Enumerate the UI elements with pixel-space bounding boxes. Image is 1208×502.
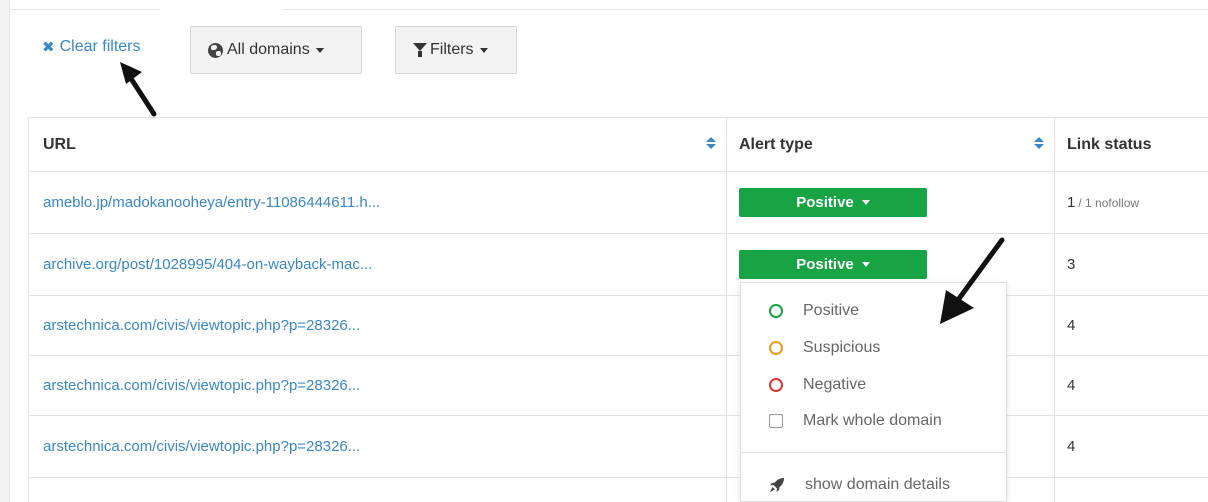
times-icon: ✖ xyxy=(42,39,55,56)
link-status: 4 xyxy=(1067,438,1076,455)
link-status: 1/ 1 nofollow xyxy=(1067,194,1140,211)
all-domains-button[interactable]: All domains xyxy=(190,26,362,74)
column-header-link-status[interactable]: Link status xyxy=(1055,118,1208,171)
url-link[interactable]: ameblo.jp/madokanooheya/entry-1108644461… xyxy=(43,194,380,211)
sort-icon[interactable] xyxy=(706,137,716,149)
caret-down-icon xyxy=(861,200,870,205)
caret-down-icon xyxy=(861,262,870,267)
menu-item-suspicious[interactable]: Suspicious xyxy=(741,330,1006,366)
table-header-row: URL Alert type Link status xyxy=(29,118,1208,172)
alert-type-dropdown[interactable]: Positive xyxy=(739,250,927,279)
page-left-border xyxy=(0,0,10,502)
url-link[interactable]: arstechnica.com/civis/viewtopic.php?p=28… xyxy=(43,377,360,394)
url-link[interactable]: archive.org/post/1028995/404-on-wayback-… xyxy=(43,256,372,273)
table-row: ameblo.jp/madokanooheya/entry-1108644461… xyxy=(29,172,1208,234)
suspicious-circle-icon xyxy=(769,341,783,355)
link-status: 3 xyxy=(1067,256,1076,273)
arrow-annotation-icon xyxy=(940,237,1005,324)
column-header-url[interactable]: URL xyxy=(29,118,727,171)
page-top-border xyxy=(10,0,1208,10)
url-link[interactable]: arstechnica.com/civis/viewtopic.php?p=28… xyxy=(43,317,360,334)
caret-down-icon xyxy=(315,47,324,53)
clear-filters-link[interactable]: ✖ Clear filters xyxy=(42,38,140,56)
negative-circle-icon xyxy=(769,378,783,392)
caret-down-icon xyxy=(479,47,488,53)
rocket-icon xyxy=(770,478,784,492)
mark-whole-domain-checkbox[interactable]: Mark whole domain xyxy=(741,403,1006,439)
table-row: archive.org/post/1028995/404-on-wayback-… xyxy=(29,234,1208,296)
sort-icon[interactable] xyxy=(1034,137,1044,149)
arrow-annotation-icon xyxy=(120,62,157,117)
link-status: 4 xyxy=(1067,377,1076,394)
clear-filters-label: Clear filters xyxy=(59,38,141,55)
menu-item-negative[interactable]: Negative xyxy=(741,367,1006,403)
all-domains-label: All domains xyxy=(227,41,310,58)
checkbox-icon[interactable] xyxy=(769,414,783,428)
filters-button[interactable]: Filters xyxy=(395,26,517,74)
table-row: arstechnica.com/civis/viewtopic.php?p=28… xyxy=(29,296,1208,356)
positive-circle-icon xyxy=(769,304,783,318)
table-row: arstechnica.com/civis/viewtopic.php?p=28… xyxy=(29,416,1208,478)
backlinks-table: URL Alert type Link status ameblo.jp/mad… xyxy=(28,117,1208,502)
alert-type-dropdown[interactable]: Positive xyxy=(739,188,927,217)
filters-label: Filters xyxy=(430,41,474,58)
funnel-icon xyxy=(413,43,427,57)
menu-item-show-domain-details[interactable]: show domain details xyxy=(741,467,1006,502)
table-row: arstechnica.com/civis/viewtopic.php?p=28… xyxy=(29,356,1208,416)
link-status: 4 xyxy=(1067,317,1076,334)
globe-icon xyxy=(208,42,223,58)
menu-divider xyxy=(741,452,1006,453)
table-row xyxy=(29,478,1208,502)
column-header-alert-type[interactable]: Alert type xyxy=(727,118,1055,171)
url-link[interactable]: arstechnica.com/civis/viewtopic.php?p=28… xyxy=(43,438,360,455)
